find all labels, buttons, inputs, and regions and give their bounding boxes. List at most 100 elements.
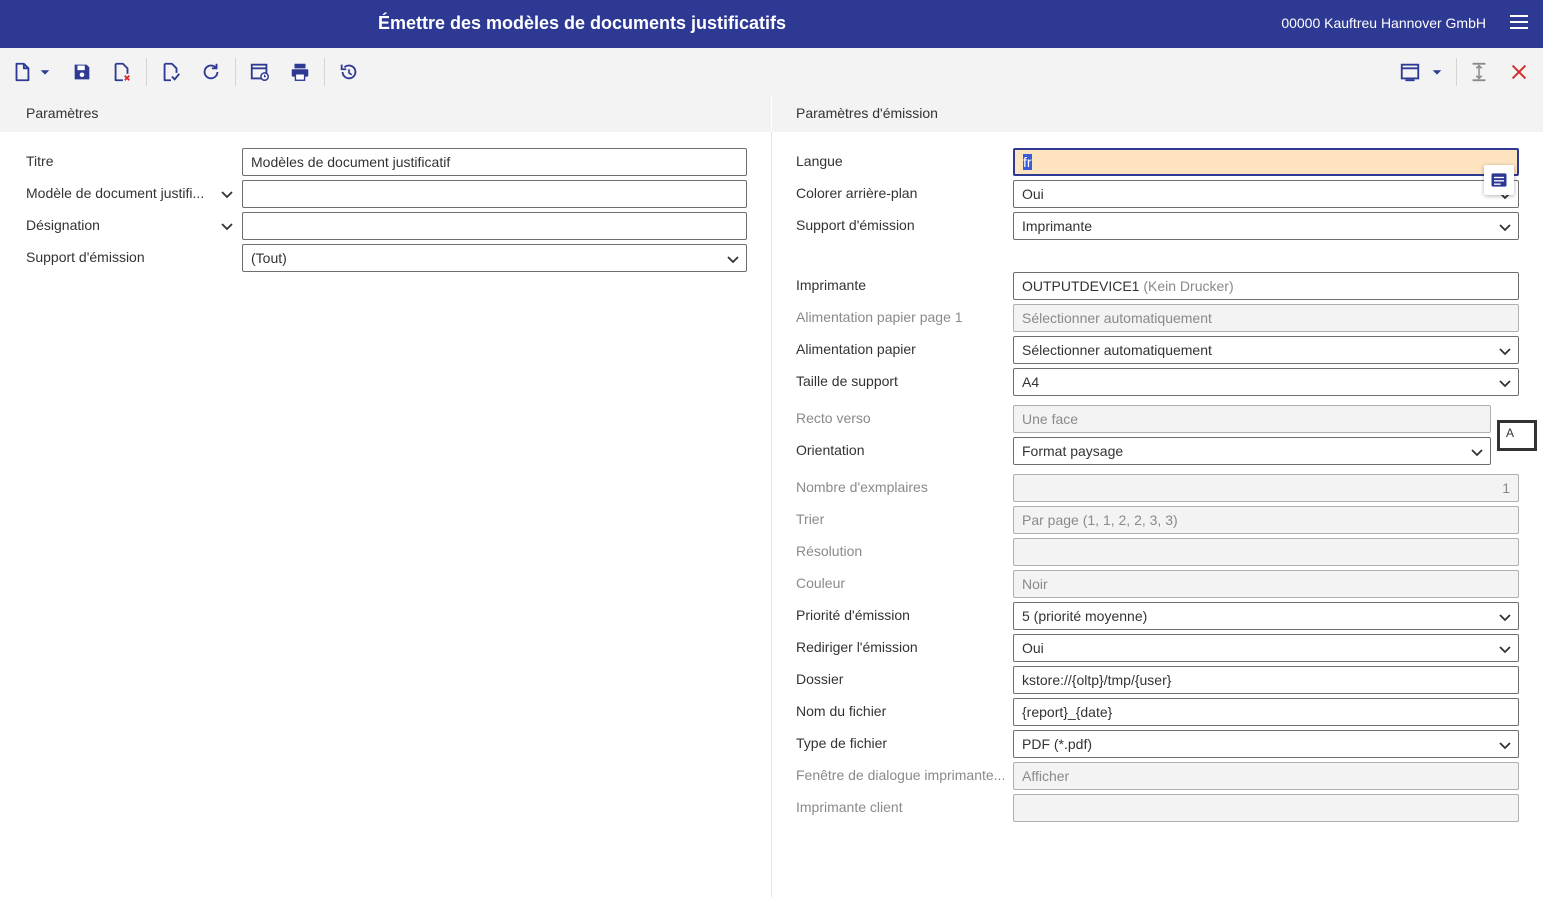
client-label: Imprimante client [796,799,903,815]
chevron-down-icon [1498,610,1512,624]
orientation-select[interactable]: Format paysage [1013,437,1491,465]
priorite-value: 5 (priorité moyenne) [1022,608,1148,624]
notes-button[interactable] [1484,165,1514,195]
chevron-down-icon [1498,220,1512,234]
alim-page1-label: Alimentation papier page 1 [796,309,963,325]
langue-label: Langue [796,153,843,169]
modele-label: Modèle de document justifi... [26,185,205,201]
dossier-label: Dossier [796,671,844,687]
imprimante-label: Imprimante [796,277,867,293]
type-fichier-select[interactable]: PDF (*.pdf) [1013,730,1519,758]
type-fichier-label: Type de fichier [796,735,888,751]
titre-label: Titre [26,153,54,169]
section-title-parametres: Paramètres [26,105,99,121]
orientation-value: Format paysage [1022,443,1124,459]
imprimante-hint: (Kein Drucker) [1143,278,1234,294]
new-document-icon[interactable] [10,60,34,84]
designation-field[interactable] [242,212,747,240]
dropdown-arrow-icon[interactable] [1430,60,1444,84]
rediriger-label: Rediriger l'émission [796,639,918,655]
couleur-label: Couleur [796,575,846,591]
support-emission-value: Imprimante [1022,218,1093,234]
taille-label: Taille de support [796,373,898,389]
taille-value: A4 [1022,374,1040,390]
hamburger-menu-icon[interactable] [1510,15,1528,31]
support-select[interactable]: (Tout) [242,244,747,272]
priorite-label: Priorité d'émission [796,607,910,623]
support-emission-select[interactable]: Imprimante [1013,212,1519,240]
recto-label: Recto verso [796,410,871,426]
resolution-label: Résolution [796,543,863,559]
toolbar-separator [235,58,236,86]
trier-field: Par page (1, 1, 2, 2, 3, 3) [1013,506,1519,534]
column-divider [771,132,772,897]
page-title: Émettre des modèles de documents justifi… [377,13,787,33]
langue-value: fr [1023,154,1032,170]
chevron-down-icon [1470,445,1484,459]
schedule-icon[interactable] [248,60,272,84]
rediriger-value: Oui [1022,640,1044,656]
priorite-select[interactable]: 5 (priorité moyenne) [1013,602,1519,630]
fenetre-label: Fenêtre de dialogue imprimante... [796,767,1004,783]
nom-fichier-label: Nom du fichier [796,703,887,719]
alim-select[interactable]: Sélectionner automatiquement [1013,336,1519,364]
alim-value: Sélectionner automatiquement [1022,342,1212,358]
nom-fichier-field[interactable]: {report}_{date} [1013,698,1519,726]
collapse-icon[interactable] [1467,60,1491,84]
app-header: Émettre des modèles de documents justifi… [0,0,1543,48]
couleur-field: Noir [1013,570,1519,598]
dropdown-arrow-icon[interactable] [38,60,52,84]
taille-select[interactable]: A4 [1013,368,1519,396]
left-section-header: Paramètres [0,96,771,132]
notes-icon [1491,173,1507,187]
close-icon[interactable] [1507,60,1531,84]
chevron-down-icon[interactable] [220,187,234,201]
colorer-label: Colorer arrière-plan [796,185,918,201]
alim-page1-field: Sélectionner automatiquement [1013,304,1519,332]
restore-icon[interactable] [337,60,361,84]
recto-field: Une face [1013,405,1491,433]
chevron-down-icon [726,252,740,266]
colorer-value: Oui [1022,186,1044,202]
toolbar-separator [324,58,325,86]
type-fichier-value: PDF (*.pdf) [1022,736,1093,752]
dossier-field[interactable]: kstore://{oltp}/tmp/{user} [1013,666,1519,694]
a-indicator-label: A [1506,426,1515,440]
window-icon[interactable] [1398,60,1422,84]
modele-field[interactable] [242,180,747,208]
nombre-field: 1 [1013,474,1519,502]
support-label: Support d'émission [26,249,145,265]
client-field [1013,794,1519,822]
rediriger-select[interactable]: Oui [1013,634,1519,662]
nombre-label: Nombre d'exmplaires [796,479,928,495]
validate-icon[interactable] [159,60,183,84]
save-icon[interactable] [70,60,94,84]
toolbar-separator [146,58,147,86]
toolbar-separator [1456,58,1457,86]
fenetre-field: Afficher [1013,762,1519,790]
resolution-field [1013,538,1519,566]
orientation-label: Orientation [796,442,865,458]
right-section-header: Paramètres d'émission [772,96,1543,132]
designation-label: Désignation [26,217,100,233]
chevron-down-icon [1498,376,1512,390]
chevron-down-icon[interactable] [220,219,234,233]
colorer-select[interactable]: Oui [1013,180,1519,208]
toolbar [0,48,1543,96]
chevron-down-icon [1498,344,1512,358]
chevron-down-icon [1498,642,1512,656]
refresh-icon[interactable] [199,60,223,84]
a-indicator-box[interactable]: A [1497,420,1537,451]
print-icon[interactable] [288,60,312,84]
alim-label: Alimentation papier [796,341,916,357]
imprimante-value: OUTPUTDEVICE1 [1022,278,1140,294]
company-name: 00000 Kauftreu Hannover GmbH [1281,15,1486,31]
section-title-parametres-emission: Paramètres d'émission [796,105,938,121]
support-value: (Tout) [251,250,287,266]
discard-icon[interactable] [110,60,134,84]
titre-field[interactable]: Modèles de document justificatif [242,148,747,176]
chevron-down-icon [1498,738,1512,752]
support-emission-label: Support d'émission [796,217,915,233]
langue-field[interactable]: fr [1013,148,1519,176]
imprimante-field[interactable]: OUTPUTDEVICE1 (Kein Drucker) [1013,272,1519,300]
